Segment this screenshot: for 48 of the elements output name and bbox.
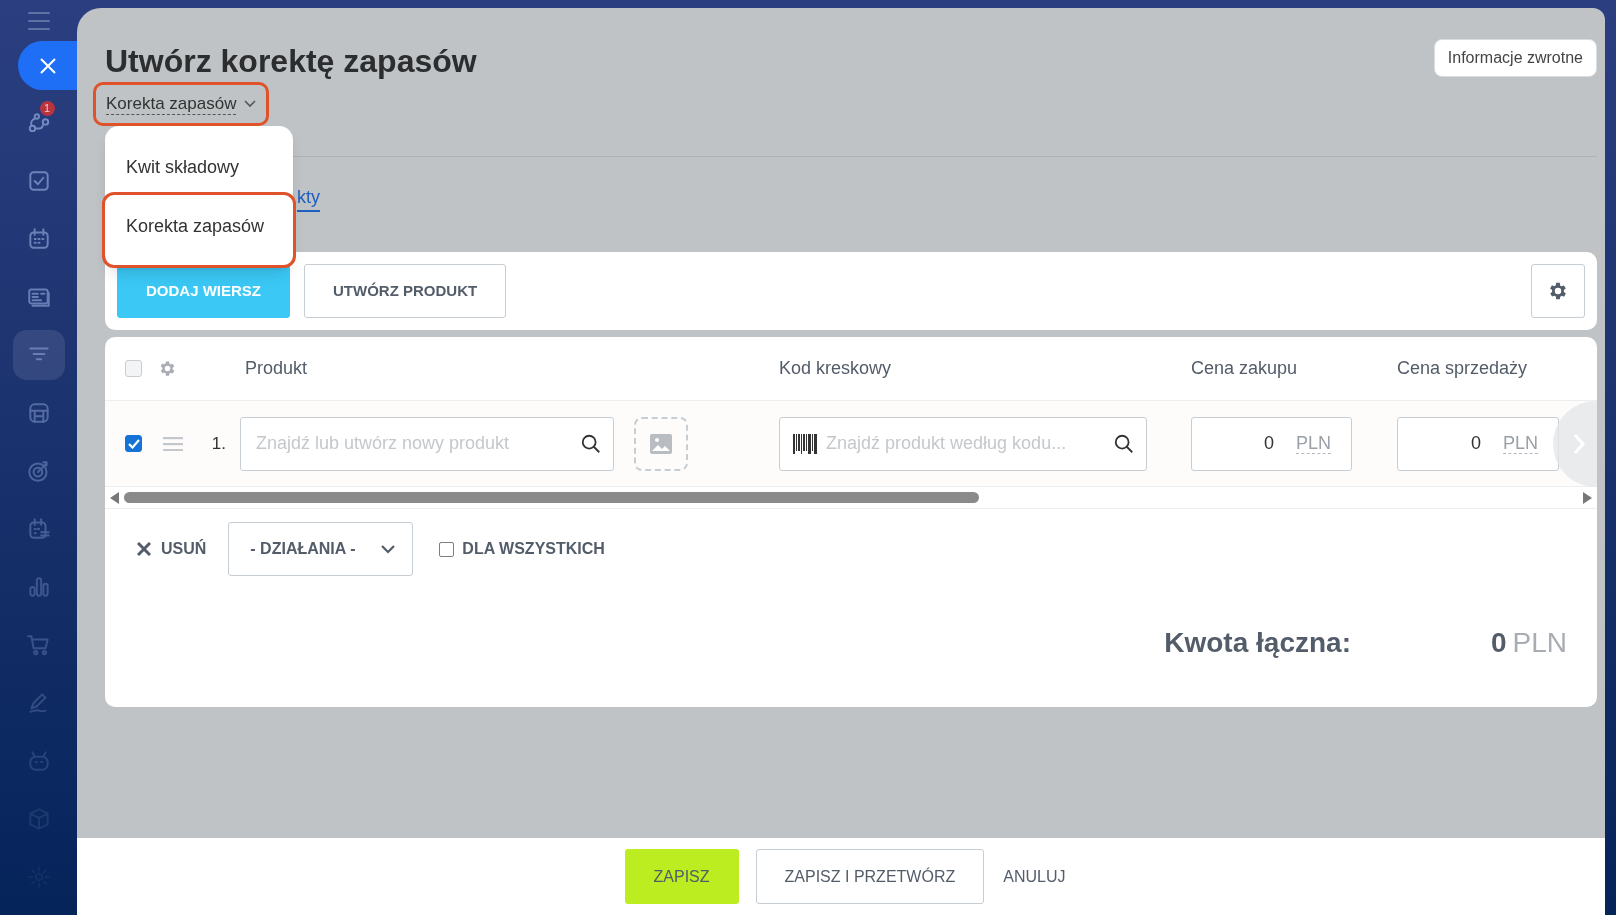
- toolbar-button[interactable]: UTWÓRZ PRODUKT: [304, 264, 507, 318]
- price-field[interactable]: 0 PLN: [1397, 416, 1559, 471]
- feedback-button[interactable]: Informacje zwrotne: [1433, 39, 1597, 77]
- menu-option[interactable]: Kwit składowy: [105, 142, 293, 192]
- actions-dropdown[interactable]: - DZIAŁANIA -: [228, 522, 414, 576]
- column-header: Kod kreskowy: [779, 357, 893, 380]
- row-checkbox[interactable]: [125, 435, 142, 452]
- menu-icon[interactable]: [27, 12, 50, 30]
- search-icon[interactable]: [1113, 432, 1135, 455]
- barcode-icon: [793, 433, 817, 454]
- select-all-checkbox[interactable]: [125, 360, 142, 377]
- notification-badge: 1: [39, 101, 55, 116]
- price-field[interactable]: 0 PLN: [1191, 416, 1352, 471]
- column-header: Cena zakupu: [1191, 357, 1299, 380]
- search-icon[interactable]: [580, 432, 602, 455]
- row-number: 1.: [210, 432, 227, 455]
- chevron-down-icon: [244, 100, 257, 108]
- cart-icon: [25, 632, 52, 658]
- close-icon: [137, 542, 151, 556]
- page-title: Utwórz korektę zapasów: [105, 42, 477, 81]
- total-label: Kwota łączna:: [1164, 626, 1351, 660]
- for-all-label: DLA WSZYSTKICH: [462, 539, 605, 559]
- delete-button[interactable]: USUŃ: [137, 537, 207, 561]
- for-all-checkbox[interactable]: [439, 541, 455, 557]
- column-header: Produkt: [244, 357, 309, 380]
- menu-option[interactable]: Korekta zapasów: [102, 192, 296, 268]
- scroll-left-icon[interactable]: [110, 491, 120, 504]
- footer-button[interactable]: ZAPISZ: [624, 849, 739, 904]
- tab[interactable]: kty: [297, 185, 320, 212]
- total-value: 0: [1490, 626, 1507, 660]
- drag-handle-icon[interactable]: [162, 436, 183, 451]
- scroll-right-icon[interactable]: [1582, 491, 1592, 504]
- cancel-link[interactable]: ANULUJ: [1001, 849, 1068, 904]
- close-button[interactable]: [18, 41, 77, 90]
- sidebar-item[interactable]: 1: [12, 98, 65, 148]
- product-search-field[interactable]: Znajdź lub utwórz nowy produkt: [240, 416, 614, 471]
- scrollbar-thumb[interactable]: [124, 492, 979, 503]
- settings-icon: [1547, 280, 1569, 302]
- chevron-down-icon: [381, 544, 396, 554]
- sidebar-item[interactable]: [12, 330, 65, 380]
- image-icon: [650, 433, 672, 454]
- barcode-search-field[interactable]: Znajdź produkt według kodu...: [779, 416, 1147, 471]
- settings-button[interactable]: [1531, 264, 1585, 318]
- footer-button[interactable]: ZAPISZ I PRZETWÓRZ: [755, 849, 985, 904]
- column-header: Cena sprzedaży: [1397, 357, 1529, 380]
- image-upload-button[interactable]: [634, 416, 688, 471]
- close-icon: [38, 56, 57, 75]
- total-currency: PLN: [1512, 626, 1567, 660]
